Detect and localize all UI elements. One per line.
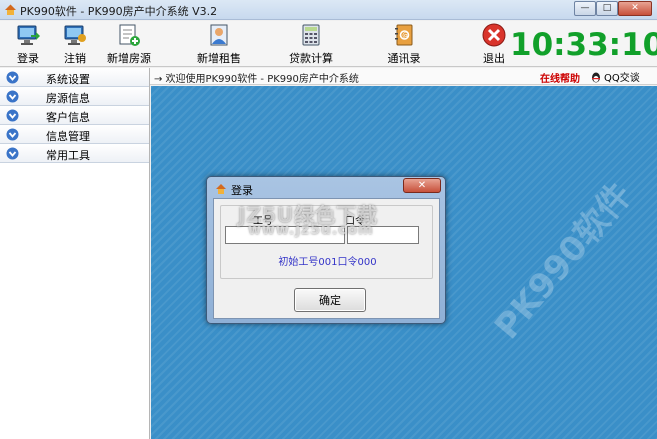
dialog-title: 登录 [231, 184, 253, 197]
calculator-icon [302, 24, 320, 46]
logout-button[interactable]: 注销 [55, 23, 95, 65]
sidebar: 系统设置 房源信息 客户信息 信息管理 常用工具 [0, 68, 150, 439]
logout-label: 注销 [64, 52, 86, 65]
address-book-button[interactable]: @ 通讯录 [384, 23, 424, 65]
add-listing-button[interactable]: 新增房源 [106, 23, 152, 65]
sidebar-item-customer-info[interactable]: 客户信息 [0, 106, 149, 125]
download-site-url-watermark: www.jz5u.com [248, 222, 374, 238]
sidebar-item-system-settings[interactable]: 系统设置 [0, 68, 149, 87]
welcome-strip: → 欢迎使用PK990软件 - PK990房产中介系统 在线帮助 QQ交谈 [150, 68, 657, 85]
address-book-icon: @ [395, 24, 413, 46]
house-icon [216, 184, 226, 194]
svg-text:@: @ [402, 32, 409, 40]
exit-button[interactable]: 退出 [480, 23, 508, 65]
exit-icon [482, 23, 506, 47]
exit-label: 退出 [483, 52, 505, 65]
online-help-link[interactable]: 在线帮助 [540, 70, 580, 85]
loan-calc-button[interactable]: 贷款计算 [288, 23, 334, 65]
logout-monitor-icon [64, 25, 86, 45]
login-button[interactable]: 登录 [8, 23, 48, 65]
dialog-close-button[interactable]: ✕ [403, 178, 441, 193]
maximize-button[interactable]: □ [596, 1, 618, 16]
sidebar-item-property-info[interactable]: 房源信息 [0, 87, 149, 106]
welcome-text: → 欢迎使用PK990软件 - PK990房产中介系统 [154, 74, 359, 85]
chevron-down-circle-icon [6, 109, 19, 122]
minimize-button[interactable]: — [574, 1, 596, 16]
add-rental-label: 新增租售 [197, 52, 241, 65]
add-rental-button[interactable]: 新增租售 [196, 23, 242, 65]
title-bar: PK990软件 - PK990房产中介系统 V3.2 — □ ✕ [0, 0, 657, 20]
add-listing-label: 新增房源 [107, 52, 151, 65]
ok-button[interactable]: 确定 [294, 288, 366, 312]
sidebar-item-label: 房源信息 [46, 92, 90, 105]
qq-penguin-icon [592, 72, 600, 82]
sidebar-item-label: 常用工具 [46, 149, 90, 162]
default-credentials-hint: 初始工号001口令000 [278, 257, 377, 268]
add-listing-icon [119, 24, 140, 46]
chevron-down-circle-icon [6, 147, 19, 160]
sidebar-item-common-tools[interactable]: 常用工具 [0, 144, 149, 163]
qq-chat-link[interactable]: QQ交谈 [590, 69, 640, 84]
close-button[interactable]: ✕ [618, 1, 652, 16]
sidebar-item-info-management[interactable]: 信息管理 [0, 125, 149, 144]
window-title: PK990软件 - PK990房产中介系统 V3.2 [20, 5, 218, 18]
house-icon [5, 4, 16, 15]
sidebar-item-label: 系统设置 [46, 73, 90, 86]
address-book-label: 通讯录 [387, 52, 421, 65]
chevron-down-circle-icon [6, 90, 19, 103]
login-label: 登录 [17, 52, 39, 65]
qq-chat-label: QQ交谈 [604, 73, 640, 84]
chevron-down-circle-icon [6, 128, 19, 141]
clock-display: 10:33:10 [510, 27, 657, 63]
sidebar-item-label: 客户信息 [46, 111, 90, 124]
loan-calc-label: 贷款计算 [289, 52, 333, 65]
sidebar-item-label: 信息管理 [46, 130, 90, 143]
login-monitor-icon [17, 25, 40, 45]
chevron-down-circle-icon [6, 71, 19, 84]
watermark-text: PK990软件 [487, 175, 641, 347]
add-rental-icon [210, 24, 228, 46]
